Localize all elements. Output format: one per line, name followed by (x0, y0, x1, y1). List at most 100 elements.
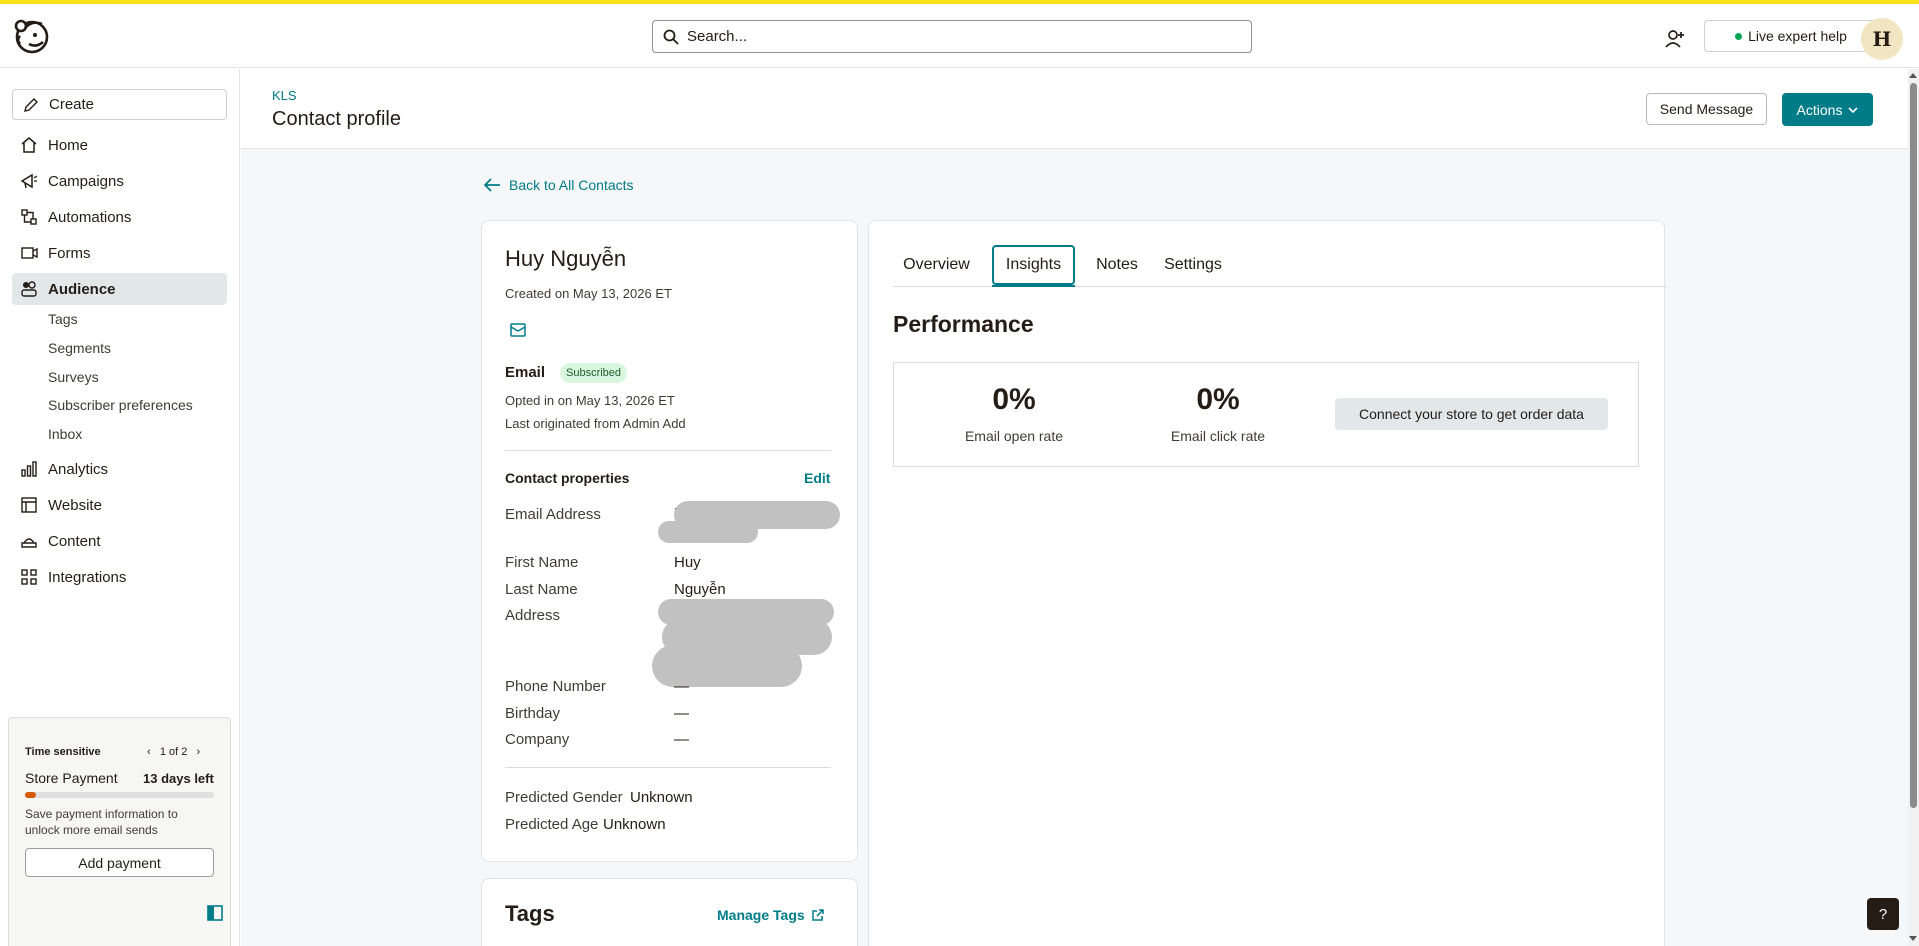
tags-card: Tags Manage Tags (481, 878, 858, 946)
sidebar-item-label: Integrations (48, 568, 127, 586)
top-bar: Search... Live expert help H (0, 4, 1919, 68)
sidebar-item-label: Website (48, 496, 102, 514)
sidebar-item-campaigns[interactable]: Campaigns (12, 165, 227, 197)
contact-properties-title: Contact properties (505, 470, 630, 486)
sidebar: Create Home Campaigns Automations Forms … (0, 69, 240, 946)
add-payment-button[interactable]: Add payment (25, 848, 214, 877)
created-date: Created on May 13, 2026 ET (505, 286, 672, 301)
actions-button[interactable]: Actions (1782, 93, 1873, 126)
property-label: Company (505, 731, 570, 748)
tab-notes[interactable]: Notes (1089, 245, 1145, 285)
chevron-down-icon (1848, 106, 1859, 113)
sidebar-item-integrations[interactable]: Integrations (12, 561, 227, 593)
expert-help-label: Live expert help (1748, 28, 1847, 44)
property-value-birthday: — (674, 705, 689, 722)
grid-icon (21, 569, 37, 585)
divider (505, 450, 831, 451)
search-placeholder: Search... (687, 28, 748, 45)
progress-fill (25, 792, 37, 798)
time-sensitive-pager: ‹ 1 of 2 › (147, 746, 200, 758)
tags-title: Tags (505, 901, 555, 926)
predicted-age-label: Predicted Age (505, 816, 599, 833)
scroll-up-icon[interactable] (1909, 73, 1917, 78)
manage-tags-link[interactable]: Manage Tags (717, 907, 824, 923)
main-content: KLS Contact profile Send Message Actions… (241, 69, 1919, 946)
live-expert-help-button[interactable]: Live expert help (1704, 20, 1878, 52)
breadcrumb[interactable]: KLS (272, 88, 297, 103)
property-label: First Name (505, 554, 579, 571)
sidebar-subitem-inbox[interactable]: Inbox (48, 426, 82, 442)
users-icon[interactable] (1664, 28, 1686, 50)
scroll-thumb[interactable] (1910, 83, 1917, 808)
sidebar-subitem-surveys[interactable]: Surveys (48, 369, 99, 385)
send-message-button[interactable]: Send Message (1646, 93, 1767, 125)
time-sensitive-description: Save payment information to unlock more … (25, 807, 178, 837)
audience-icon (21, 281, 37, 297)
pager-text: 1 of 2 (159, 746, 188, 758)
property-value-last-name: Nguyễn (674, 581, 726, 598)
predicted-gender-label: Predicted Gender (505, 789, 623, 806)
sidebar-subitem-subscriber-preferences[interactable]: Subscriber preferences (48, 397, 193, 413)
sidebar-item-audience[interactable]: Audience (12, 273, 227, 305)
sidebar-item-home[interactable]: Home (12, 129, 227, 161)
property-label: Phone Number (505, 678, 606, 695)
property-value-phone: — (674, 678, 689, 695)
external-link-icon (811, 908, 824, 921)
sidebar-item-label: Campaigns (48, 172, 124, 190)
tab-overview[interactable]: Overview (893, 245, 980, 285)
chevron-left-icon[interactable]: ‹ (147, 746, 151, 758)
sidebar-item-content[interactable]: Content (12, 525, 227, 557)
property-label: Birthday (505, 705, 561, 722)
sidebar-subitem-tags[interactable]: Tags (48, 311, 78, 327)
edit-properties-link[interactable]: Edit (804, 470, 830, 486)
sidebar-item-label: Content (48, 532, 101, 550)
property-label: Address (505, 607, 561, 624)
chevron-right-icon[interactable]: › (197, 746, 201, 758)
help-button[interactable]: ? (1867, 898, 1899, 930)
store-payment-title: Store Payment (25, 770, 118, 786)
page-scrollbar[interactable] (1908, 69, 1919, 946)
sidebar-item-label: Audience (48, 280, 116, 298)
open-rate-label: Email open rate (964, 428, 1064, 444)
property-value-company: — (674, 731, 689, 748)
email-channel-label: Email (505, 364, 546, 381)
divider (505, 767, 831, 768)
sidebar-item-forms[interactable]: Forms (12, 237, 227, 269)
search-input[interactable]: Search... (652, 20, 1252, 53)
mailchimp-logo-icon[interactable] (12, 16, 52, 56)
origin-text: Last originated from Admin Add (505, 416, 686, 431)
arrow-left-icon (483, 178, 500, 192)
sidebar-item-website[interactable]: Website (12, 489, 227, 521)
flow-icon (21, 209, 37, 225)
back-link-label: Back to All Contacts (509, 177, 634, 193)
performance-title: Performance (893, 311, 1034, 337)
sidebar-subitem-segments[interactable]: Segments (48, 340, 111, 356)
create-button[interactable]: Create (12, 89, 227, 120)
sidebar-item-label: Analytics (48, 460, 109, 478)
tab-insights[interactable]: Insights (992, 245, 1075, 285)
opted-in-date: Opted in on May 13, 2026 ET (505, 393, 675, 408)
click-rate-label: Email click rate (1170, 428, 1266, 444)
avatar[interactable]: H (1861, 18, 1903, 60)
property-label: Last Name (505, 581, 578, 598)
time-sensitive-panel: Time sensitive ‹ 1 of 2 › Store Payment … (8, 717, 231, 946)
sidebar-item-automations[interactable]: Automations (12, 201, 227, 233)
predicted-gender-value: Unknown (630, 789, 693, 806)
performance-stats: 0% Email open rate 0% Email click rate C… (893, 362, 1639, 467)
collapse-sidebar-icon[interactable] (207, 905, 223, 921)
contact-card: Huy Nguyễn Created on May 13, 2026 ET Em… (481, 220, 858, 862)
sidebar-item-analytics[interactable]: Analytics (12, 453, 227, 485)
back-to-contacts-link[interactable]: Back to All Contacts (483, 177, 634, 193)
status-badge: Subscribed (560, 363, 628, 383)
connect-store-button[interactable]: Connect your store to get order data (1335, 398, 1608, 430)
predicted-age-value: Unknown (603, 816, 666, 833)
website-icon (21, 497, 37, 513)
tab-settings[interactable]: Settings (1157, 245, 1229, 285)
time-sensitive-label: Time sensitive (25, 746, 101, 758)
page-title: Contact profile (272, 108, 401, 130)
profile-tabs: Overview Insights Notes Settings (893, 245, 1667, 287)
create-label: Create (49, 96, 95, 113)
actions-label: Actions (1796, 101, 1843, 118)
scroll-down-icon[interactable] (1909, 936, 1917, 941)
open-rate-value: 0% (992, 383, 1036, 416)
